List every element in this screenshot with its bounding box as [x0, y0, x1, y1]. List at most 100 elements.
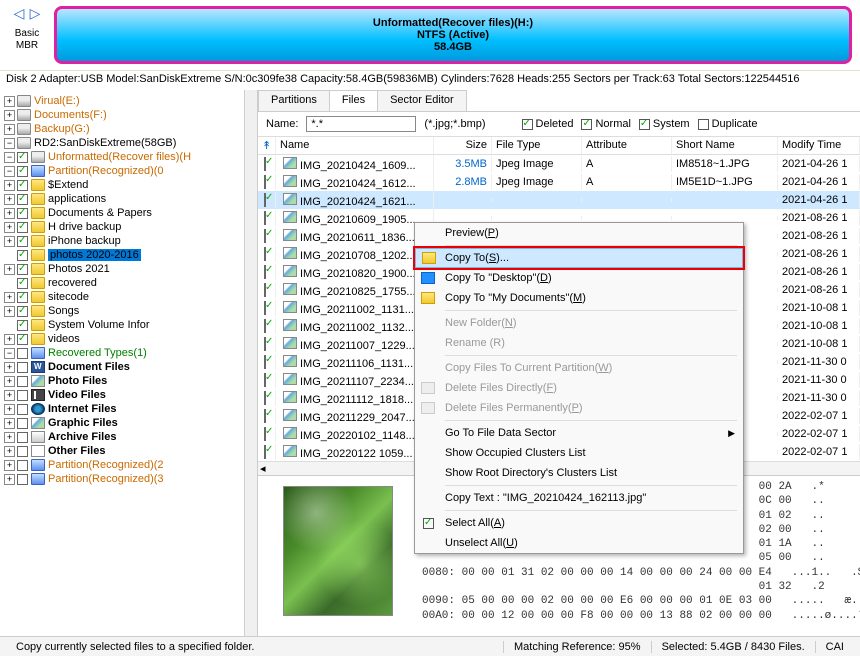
tree-node[interactable]: +iPhone backup [4, 234, 257, 248]
filter-normal-checkbox[interactable]: Normal [581, 118, 630, 130]
expand-icon[interactable]: + [4, 460, 15, 471]
tree-node[interactable]: +sitecode [4, 290, 257, 304]
row-checkbox[interactable] [264, 175, 266, 189]
tree-checkbox[interactable] [17, 208, 28, 219]
menu-goto-sector[interactable]: Go To File Data Sector▶ [415, 423, 743, 443]
filter-pattern-input[interactable] [306, 116, 416, 132]
tree-node[interactable]: −Recovered Types(1) [4, 346, 257, 360]
tree-node[interactable]: +Video Files [4, 388, 257, 402]
expand-icon[interactable]: + [4, 362, 15, 373]
row-checkbox[interactable] [264, 265, 266, 279]
tree-checkbox[interactable] [17, 334, 28, 345]
tree-checkbox[interactable] [17, 376, 28, 387]
expand-icon[interactable]: + [4, 306, 15, 317]
expand-icon[interactable]: + [4, 292, 15, 303]
file-row[interactable]: IMG_20210424_1612...2.8MBJpeg ImageAIM5E… [258, 173, 860, 191]
tree-checkbox[interactable] [17, 292, 28, 303]
tree-checkbox[interactable] [17, 474, 28, 485]
expand-icon[interactable]: + [4, 110, 15, 121]
tree-node[interactable]: +applications [4, 192, 257, 206]
col-size[interactable]: Size [434, 137, 492, 154]
tree-node[interactable]: +H drive backup [4, 220, 257, 234]
row-checkbox[interactable] [264, 391, 266, 405]
expand-icon[interactable]: + [4, 432, 15, 443]
row-checkbox[interactable] [264, 211, 266, 225]
tree-panel[interactable]: +Virual(E:)+Documents(F:)+Backup(G:)−RD2… [0, 90, 258, 636]
row-checkbox[interactable] [264, 409, 266, 423]
menu-select-all[interactable]: Select All(A) [415, 513, 743, 533]
menu-preview[interactable]: Preview(P) [415, 223, 743, 243]
tree-checkbox[interactable] [17, 250, 28, 261]
menu-unselect-all[interactable]: Unselect All(U) [415, 533, 743, 553]
menu-copy-text[interactable]: Copy Text : "IMG_20210424_162113.jpg" [415, 488, 743, 508]
tree-checkbox[interactable] [17, 404, 28, 415]
col-short[interactable]: Short Name [672, 137, 778, 154]
expand-icon[interactable]: + [4, 96, 15, 107]
col-type[interactable]: File Type [492, 137, 582, 154]
expand-icon[interactable]: + [4, 404, 15, 415]
tree-checkbox[interactable] [17, 432, 28, 443]
tree-node[interactable]: +Document Files [4, 360, 257, 374]
nav-forward-icon[interactable]: ▷ [28, 6, 42, 20]
expand-icon[interactable]: − [4, 166, 15, 177]
tree-checkbox[interactable] [17, 362, 28, 373]
row-checkbox[interactable] [264, 301, 266, 315]
tree-node[interactable]: +Partition(Recognized)(2 [4, 458, 257, 472]
tree-checkbox[interactable] [17, 446, 28, 457]
tree-node[interactable]: +Other Files [4, 444, 257, 458]
tree-node[interactable]: +Documents(F:) [4, 108, 257, 122]
row-checkbox[interactable] [264, 373, 266, 387]
tree-checkbox[interactable] [17, 306, 28, 317]
tree-node[interactable]: −RD2:SanDiskExtreme(58GB) [4, 136, 257, 150]
expand-icon[interactable]: + [4, 208, 15, 219]
partition-bar[interactable]: Unformatted(Recover files)(H:) NTFS (Act… [54, 6, 852, 64]
filter-deleted-checkbox[interactable]: Deleted [522, 118, 574, 130]
tree-node[interactable]: +Virual(E:) [4, 94, 257, 108]
tree-node[interactable]: photos 2020-2016 [4, 248, 257, 262]
row-checkbox[interactable] [264, 319, 266, 333]
tree-node[interactable]: System Volume Infor [4, 318, 257, 332]
tree-node[interactable]: −Partition(Recognized)(0 [4, 164, 257, 178]
expand-icon[interactable]: + [4, 334, 15, 345]
row-checkbox[interactable] [264, 157, 266, 171]
expand-icon[interactable]: + [4, 194, 15, 205]
expand-icon[interactable]: − [4, 152, 15, 163]
tree-checkbox[interactable] [17, 236, 28, 247]
row-checkbox[interactable] [264, 247, 266, 261]
tree-checkbox[interactable] [17, 460, 28, 471]
tree-checkbox[interactable] [17, 194, 28, 205]
tree-node[interactable]: +Songs [4, 304, 257, 318]
col-modify[interactable]: Modify Time [778, 137, 860, 154]
tree-checkbox[interactable] [17, 180, 28, 191]
menu-show-clusters[interactable]: Show Occupied Clusters List [415, 443, 743, 463]
expand-icon[interactable]: + [4, 390, 15, 401]
col-up[interactable]: ↟ [258, 137, 276, 154]
tree-node[interactable]: +Internet Files [4, 402, 257, 416]
tree-checkbox[interactable] [17, 222, 28, 233]
file-row[interactable]: IMG_20210424_1609...3.5MBJpeg ImageAIM85… [258, 155, 860, 173]
tab-partitions[interactable]: Partitions [258, 90, 330, 111]
expand-icon[interactable]: − [4, 138, 15, 149]
tree-checkbox[interactable] [17, 320, 28, 331]
row-checkbox[interactable] [264, 283, 266, 297]
tree-checkbox[interactable] [17, 166, 28, 177]
tree-checkbox[interactable] [17, 152, 28, 163]
tree-node[interactable]: +videos [4, 332, 257, 346]
tab-sector[interactable]: Sector Editor [377, 90, 467, 111]
nav-back-icon[interactable]: ◁ [12, 6, 26, 20]
menu-copy-desktop[interactable]: Copy To "Desktop"(D) [415, 268, 743, 288]
tree-checkbox[interactable] [17, 390, 28, 401]
tree-node[interactable]: −Unformatted(Recover files)(H [4, 150, 257, 164]
tree-checkbox[interactable] [17, 348, 28, 359]
row-checkbox[interactable] [264, 427, 266, 441]
tree-node[interactable]: +Backup(G:) [4, 122, 257, 136]
row-checkbox[interactable] [264, 445, 266, 459]
tree-node[interactable]: +Photos 2021 [4, 262, 257, 276]
filter-duplicate-checkbox[interactable]: Duplicate [698, 118, 758, 130]
menu-copy-mydocs[interactable]: Copy To "My Documents"(M) [415, 288, 743, 308]
row-checkbox[interactable] [264, 193, 266, 207]
expand-icon[interactable]: + [4, 376, 15, 387]
expand-icon[interactable]: − [4, 348, 15, 359]
tree-node[interactable]: +Archive Files [4, 430, 257, 444]
filter-system-checkbox[interactable]: System [639, 118, 690, 130]
